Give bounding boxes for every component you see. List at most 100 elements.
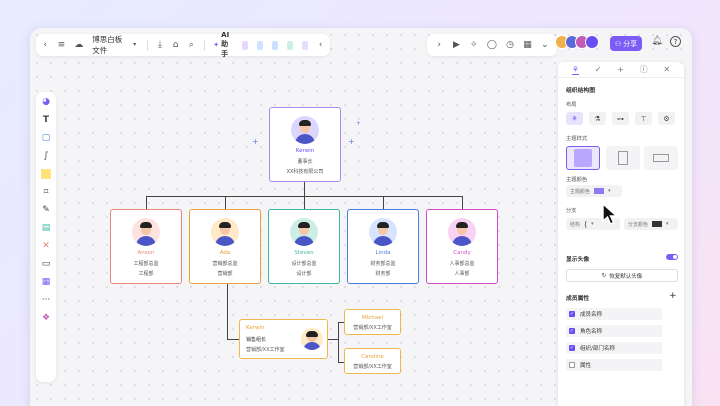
templates-icon[interactable]: ❖ bbox=[40, 312, 52, 324]
branch-color-select[interactable]: 分支颜色 ▾ bbox=[624, 218, 678, 230]
checkbox[interactable]: ✓ bbox=[569, 328, 575, 334]
member-dept: 营销部/XX工作室 bbox=[246, 347, 285, 353]
cloud-icon[interactable]: ☁ bbox=[74, 40, 83, 50]
help-icon[interactable]: ? bbox=[670, 36, 681, 47]
timer-icon[interactable]: ◷ bbox=[506, 40, 514, 50]
layout-tree-wide[interactable]: ⚗ bbox=[589, 112, 606, 125]
org-card-level1[interactable]: Linda 财务部总监 财务部 bbox=[347, 209, 419, 284]
collapse-icon[interactable]: ‹ bbox=[317, 40, 324, 50]
section-title: 组织结构图 bbox=[566, 88, 595, 94]
org-card-level1[interactable]: Ada 营销部总监 营销部 bbox=[189, 209, 261, 284]
info-tab-icon[interactable]: ⓘ bbox=[640, 64, 648, 75]
view-toolbar: › ▶ ✧ ◯ ◷ ▦ ⌄ bbox=[427, 34, 557, 56]
show-avatar-toggle[interactable] bbox=[666, 254, 678, 260]
layout-split[interactable]: ⚙ bbox=[658, 112, 675, 125]
member-prop-row[interactable]: ✓ 组织/部门名称 bbox=[566, 342, 662, 354]
avatar bbox=[132, 218, 160, 246]
download-icon[interactable]: ⤓ bbox=[157, 40, 164, 50]
connector bbox=[304, 196, 305, 209]
checkbox[interactable] bbox=[569, 362, 575, 368]
member-title: 人事部总监 bbox=[449, 261, 475, 267]
theme-style-card[interactable] bbox=[566, 146, 600, 170]
collaborator-avatars[interactable] bbox=[555, 35, 599, 49]
add-top-icon[interactable]: + bbox=[356, 120, 361, 127]
member-dept: 财务部 bbox=[375, 271, 391, 277]
checkbox[interactable]: ✓ bbox=[569, 345, 575, 351]
org-card-level1[interactable]: Steven 设计部总监 设计部 bbox=[268, 209, 340, 284]
add-prop-icon[interactable]: + bbox=[669, 291, 677, 301]
org-card-root[interactable]: Kerwin 董事长 XX科技有限公司 bbox=[269, 107, 341, 182]
brush-tool-icon[interactable]: ✎ bbox=[40, 204, 52, 216]
member-name: Kerwin bbox=[246, 325, 265, 331]
member-name: Anson bbox=[137, 250, 155, 256]
theme-color-select[interactable]: 主题颜色 ▾ bbox=[566, 185, 622, 197]
org-card-caroline[interactable]: Caroline 营销部/XX工作室 bbox=[344, 348, 401, 374]
org-chart-tab-icon[interactable]: ⚘ bbox=[571, 65, 580, 75]
theme-style-side[interactable] bbox=[606, 146, 640, 170]
document-tool-icon[interactable]: ▭ bbox=[40, 258, 52, 270]
add-left-icon[interactable]: + bbox=[252, 137, 259, 146]
member-prop-label: 成员名称 bbox=[580, 312, 603, 318]
pointer-cursor-icon bbox=[602, 202, 619, 225]
add-right-icon[interactable]: + bbox=[348, 137, 355, 146]
comment-icon[interactable]: ◯ bbox=[487, 40, 497, 50]
plugin-icon-c[interactable] bbox=[272, 40, 279, 50]
chevron-down-icon[interactable]: ▾ bbox=[131, 40, 138, 50]
table-tool-icon[interactable]: ▤ bbox=[40, 222, 52, 234]
theme-style-wide[interactable] bbox=[644, 146, 678, 170]
member-prop-row[interactable]: ✓ 成员名称 bbox=[566, 308, 662, 320]
ai-assistant-button[interactable]: ✦ AI助手 bbox=[213, 31, 233, 59]
plugin-icon-chat[interactable] bbox=[302, 40, 309, 50]
chevron-down-icon: ▾ bbox=[666, 221, 669, 227]
chart-icon[interactable]: ▦ bbox=[523, 40, 532, 50]
expand-icon[interactable]: › bbox=[435, 40, 443, 50]
back-icon[interactable]: ‹ bbox=[42, 40, 49, 50]
layout-tree-down[interactable]: ⚘ bbox=[566, 112, 583, 125]
member-title: 财务部总监 bbox=[370, 261, 396, 267]
calendar-tool-icon[interactable]: ▦ bbox=[40, 276, 52, 288]
restore-avatar-button[interactable]: ↻ 恢复默认头像 bbox=[566, 269, 678, 282]
checkbox[interactable]: ✓ bbox=[569, 311, 575, 317]
member-prop-row[interactable]: 属性 bbox=[566, 359, 662, 371]
palette-icon[interactable]: ◕ bbox=[40, 96, 52, 108]
bell-icon[interactable]: 🔔︎ bbox=[651, 36, 662, 46]
rocket-icon[interactable]: ✧ bbox=[470, 40, 478, 50]
org-card-level1[interactable]: Anson 工程部总监 工程部 bbox=[110, 209, 182, 284]
search-icon[interactable]: ⌕ bbox=[188, 40, 195, 50]
tag-icon[interactable]: ⌂ bbox=[172, 40, 179, 50]
layout-horizontal[interactable]: ⊶ bbox=[612, 112, 629, 125]
more-tools-icon[interactable]: ··· bbox=[40, 294, 52, 306]
org-card-sub[interactable]: Kerwin 销售组长 营销部/XX工作室 bbox=[239, 319, 328, 359]
member-dept: 营销部/XX工作室 bbox=[353, 325, 392, 331]
member-title: 销售组长 bbox=[246, 337, 267, 343]
frame-tool-icon[interactable]: ⌗ bbox=[40, 186, 52, 198]
member-prop-row[interactable]: ✓ 角色名称 bbox=[566, 325, 662, 337]
avatar bbox=[585, 35, 599, 49]
plugin-icon-p[interactable] bbox=[257, 40, 264, 50]
shape-tool-icon[interactable]: ▢ bbox=[40, 132, 52, 144]
sticky-note-icon[interactable] bbox=[40, 168, 52, 180]
layout-vertical[interactable]: ⊤ bbox=[635, 112, 652, 125]
member-company: XX科技有限公司 bbox=[286, 169, 324, 175]
play-icon[interactable]: ▶ bbox=[452, 40, 460, 50]
member-dept: 人事部 bbox=[454, 271, 470, 277]
plugin-icon-a[interactable] bbox=[242, 40, 249, 50]
check-tab-icon[interactable]: ✓ bbox=[595, 65, 602, 74]
plugin-icon-share[interactable] bbox=[287, 40, 294, 50]
text-tool-icon[interactable]: T bbox=[40, 114, 52, 126]
org-card-level1[interactable]: Candy 人事部总监人事部 bbox=[426, 209, 498, 284]
property-panel: ⚘ ✓ + ⓘ ✕ 组织结构图 布局 ⚘ ⚗ ⊶ ⊤ ⚙ 主题样式 主题颜色 主… bbox=[558, 62, 684, 406]
org-card-michael[interactable]: Michael 营销部/XX工作室 bbox=[344, 309, 401, 335]
add-tab-icon[interactable]: + bbox=[617, 65, 624, 74]
close-icon[interactable]: ✕ bbox=[663, 65, 670, 74]
menu-icon[interactable]: ≡ bbox=[58, 40, 66, 50]
pen-tool-icon[interactable]: ∫ bbox=[40, 150, 52, 162]
panel-tabs: ⚘ ✓ + ⓘ ✕ bbox=[558, 62, 684, 78]
more-down-icon[interactable]: ⌄ bbox=[541, 40, 549, 50]
member-prop-label: 组织/部门名称 bbox=[580, 346, 615, 352]
member-name: Candy bbox=[453, 250, 471, 256]
doc-title[interactable]: 博思白板文件 bbox=[92, 34, 122, 56]
mindmap-tool-icon[interactable]: ✕ bbox=[40, 240, 52, 252]
share-button[interactable]: ⚇ 分享 bbox=[610, 36, 642, 51]
connector bbox=[462, 196, 463, 209]
